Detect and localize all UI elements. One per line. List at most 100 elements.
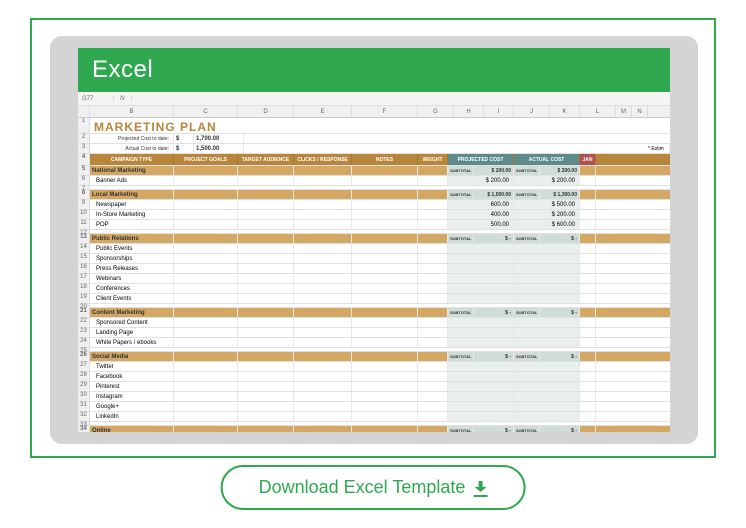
- table-row[interactable]: 6 Banner Ads $ 200.00 $ 200.00: [78, 176, 670, 186]
- row-number[interactable]: 13: [78, 234, 90, 243]
- table-row[interactable]: 10 In-Store Marketing 400.00 $ 200.00: [78, 210, 670, 220]
- row-number[interactable]: 8: [78, 190, 90, 199]
- actual-cell[interactable]: [514, 274, 580, 283]
- row-number[interactable]: 23: [78, 328, 90, 337]
- projected-cell[interactable]: 600.00: [448, 200, 514, 209]
- item-label[interactable]: Client Events: [90, 294, 174, 303]
- item-label[interactable]: Banner Ads: [90, 176, 174, 185]
- actual-cell[interactable]: [514, 284, 580, 293]
- row-number[interactable]: 9: [78, 200, 90, 209]
- column-header-j[interactable]: J: [514, 106, 550, 117]
- projected-cell[interactable]: 500.00: [448, 220, 514, 229]
- projected-cell[interactable]: [448, 264, 514, 273]
- row-number[interactable]: 32: [78, 412, 90, 421]
- projected-cell[interactable]: [448, 402, 514, 411]
- column-header-e[interactable]: E: [294, 106, 352, 117]
- table-row[interactable]: 29 Pinterest: [78, 382, 670, 392]
- table-row[interactable]: 19 Client Events: [78, 294, 670, 304]
- row-number[interactable]: 24: [78, 338, 90, 347]
- column-header-g[interactable]: G: [418, 106, 454, 117]
- row-number[interactable]: 2: [78, 134, 90, 143]
- actual-cell[interactable]: [514, 362, 580, 371]
- table-row[interactable]: 31 Google+: [78, 402, 670, 412]
- actual-cell[interactable]: [514, 412, 580, 421]
- row-number[interactable]: 7: [78, 186, 90, 189]
- projected-cell[interactable]: [448, 328, 514, 337]
- actual-cell[interactable]: [514, 402, 580, 411]
- actual-cell[interactable]: [514, 244, 580, 253]
- item-label[interactable]: POP: [90, 220, 174, 229]
- column-header-h[interactable]: H: [454, 106, 484, 117]
- projected-cell[interactable]: [448, 392, 514, 401]
- item-label[interactable]: Facebook: [90, 372, 174, 381]
- table-row[interactable]: 27 Twitter: [78, 362, 670, 372]
- column-header-i[interactable]: I: [484, 106, 514, 117]
- projected-cell[interactable]: [448, 372, 514, 381]
- row-number[interactable]: 3: [78, 144, 90, 153]
- row-number[interactable]: 18: [78, 284, 90, 293]
- row-number[interactable]: 31: [78, 402, 90, 411]
- actual-cell[interactable]: [514, 392, 580, 401]
- table-row[interactable]: 23 Landing Page: [78, 328, 670, 338]
- item-label[interactable]: Newspaper: [90, 200, 174, 209]
- projected-cell[interactable]: $ 200.00: [448, 176, 514, 185]
- row-number[interactable]: 28: [78, 372, 90, 381]
- table-row[interactable]: 11 POP 500.00 $ 600.00: [78, 220, 670, 230]
- download-button[interactable]: Download Excel Template: [221, 465, 526, 510]
- row-number[interactable]: 15: [78, 254, 90, 263]
- item-label[interactable]: Instagram: [90, 392, 174, 401]
- column-header-n[interactable]: N: [632, 106, 648, 117]
- row-number[interactable]: 12: [78, 230, 90, 233]
- item-label[interactable]: Google+: [90, 402, 174, 411]
- table-row[interactable]: 30 Instagram: [78, 392, 670, 402]
- projected-cell[interactable]: [448, 318, 514, 327]
- projected-cell[interactable]: [448, 254, 514, 263]
- table-row[interactable]: 17 Webinars: [78, 274, 670, 284]
- actual-cell[interactable]: $ 200.00: [514, 176, 580, 185]
- row-number[interactable]: 16: [78, 264, 90, 273]
- row-number[interactable]: 21: [78, 308, 90, 317]
- table-row[interactable]: 24 White Papers / ebooks: [78, 338, 670, 348]
- actual-cell[interactable]: $ 200.00: [514, 210, 580, 219]
- spreadsheet-grid[interactable]: 1 MARKETING PLAN 2 Projected Cost to dat…: [78, 118, 670, 432]
- row-number[interactable]: 17: [78, 274, 90, 283]
- item-label[interactable]: Pinterest: [90, 382, 174, 391]
- row-number[interactable]: 34: [78, 426, 90, 432]
- select-all-corner[interactable]: [78, 106, 90, 117]
- row-number[interactable]: 29: [78, 382, 90, 391]
- table-row[interactable]: 22 Sponsored Content: [78, 318, 670, 328]
- item-label[interactable]: Press Releases: [90, 264, 174, 273]
- row-number[interactable]: 4: [78, 154, 90, 165]
- actual-cell[interactable]: [514, 382, 580, 391]
- projected-cell[interactable]: [448, 338, 514, 347]
- row-number[interactable]: 25: [78, 348, 90, 351]
- actual-cell[interactable]: [514, 338, 580, 347]
- actual-cell[interactable]: [514, 328, 580, 337]
- item-label[interactable]: White Papers / ebooks: [90, 338, 174, 347]
- table-row[interactable]: 32 LinkedIn: [78, 412, 670, 422]
- projected-cell[interactable]: [448, 284, 514, 293]
- row-number[interactable]: 10: [78, 210, 90, 219]
- projected-cell[interactable]: [448, 382, 514, 391]
- actual-cell[interactable]: [514, 372, 580, 381]
- table-row[interactable]: 9 Newspaper 600.00 $ 500.00: [78, 200, 670, 210]
- table-row[interactable]: 28 Facebook: [78, 372, 670, 382]
- actual-cell[interactable]: [514, 264, 580, 273]
- projected-cell[interactable]: [448, 412, 514, 421]
- row-number[interactable]: 19: [78, 294, 90, 303]
- row-number[interactable]: 22: [78, 318, 90, 327]
- column-header-d[interactable]: D: [238, 106, 294, 117]
- item-label[interactable]: Conferences: [90, 284, 174, 293]
- table-row[interactable]: 18 Conferences: [78, 284, 670, 294]
- column-header-f[interactable]: F: [352, 106, 418, 117]
- row-number[interactable]: 30: [78, 392, 90, 401]
- formula-bar[interactable]: G77 fx: [78, 92, 670, 106]
- projected-cell[interactable]: [448, 294, 514, 303]
- projected-cell[interactable]: [448, 244, 514, 253]
- row-number[interactable]: 26: [78, 352, 90, 361]
- row-number[interactable]: 1: [78, 118, 90, 133]
- name-box[interactable]: G77: [78, 96, 114, 102]
- actual-cell[interactable]: $ 600.00: [514, 220, 580, 229]
- table-row[interactable]: 15 Sponsorships: [78, 254, 670, 264]
- column-header-m[interactable]: M: [616, 106, 632, 117]
